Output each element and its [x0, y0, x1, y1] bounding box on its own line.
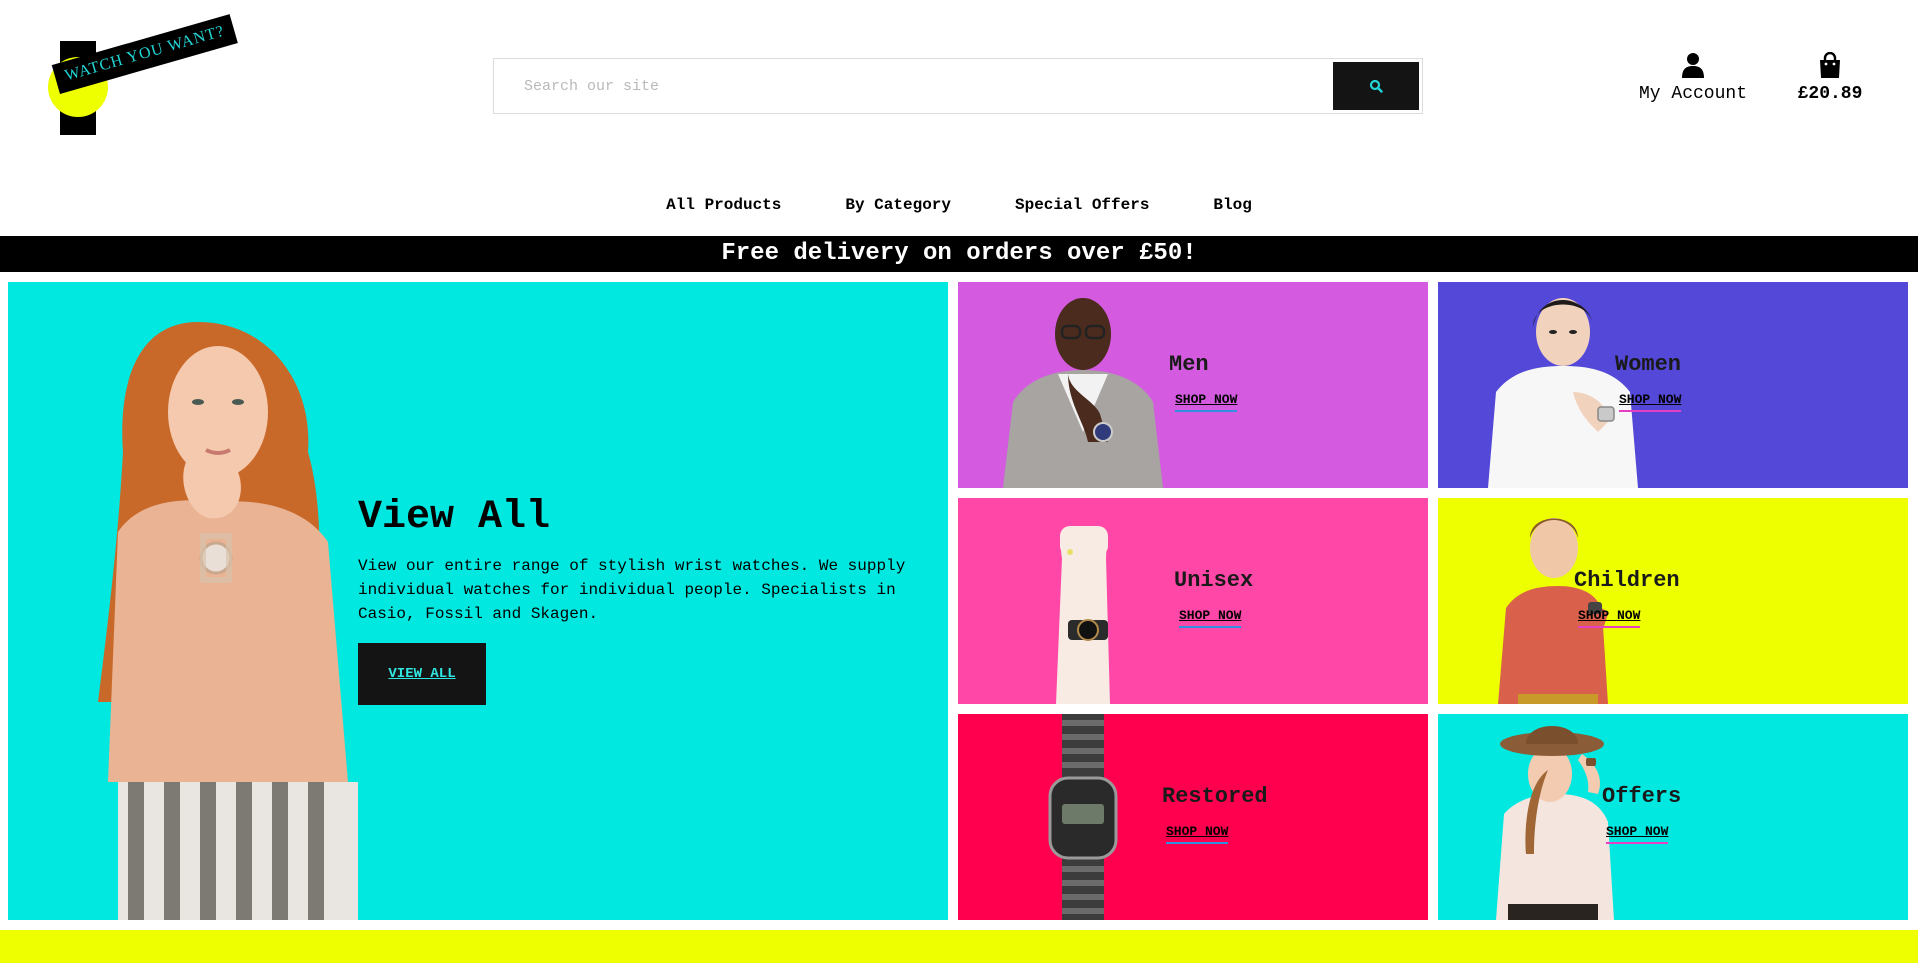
my-account-link[interactable]: My Account [1630, 52, 1756, 108]
hero-title: View All [358, 495, 551, 540]
tile-title-unisex: Unisex [1174, 568, 1254, 593]
cart-total: £20.89 [1797, 84, 1863, 104]
search-icon [1369, 79, 1383, 93]
footer-strip [0, 930, 1918, 963]
nav-special-offers[interactable]: Special Offers [1015, 196, 1149, 220]
hero-model-image [98, 322, 358, 920]
search-button[interactable] [1333, 62, 1419, 110]
shop-now-restored-link[interactable]: SHOP NOW [1166, 824, 1229, 844]
nav-blog[interactable]: Blog [1213, 196, 1251, 220]
main-nav: All Products By Category Special Offers … [0, 196, 1918, 220]
category-tile-offers[interactable]: Offers SHOP NOW [1438, 714, 1908, 920]
site-logo[interactable]: WATCH YOU WANT? [46, 14, 239, 140]
nav-by-category[interactable]: By Category [845, 196, 951, 220]
search-bar [493, 58, 1423, 114]
tile-title-women: Women [1615, 352, 1682, 377]
tile-title-offers: Offers [1602, 784, 1682, 809]
tile-title-restored: Restored [1162, 784, 1268, 809]
delivery-banner: Free delivery on orders over £50! [0, 236, 1918, 272]
restored-watch-image [1048, 714, 1118, 920]
hero-view-all: View All View our entire range of stylis… [8, 282, 948, 920]
category-tile-restored[interactable]: Restored SHOP NOW [958, 714, 1428, 920]
nav-all-products[interactable]: All Products [666, 196, 781, 220]
shop-now-women-link[interactable]: SHOP NOW [1619, 392, 1682, 412]
view-all-button[interactable]: VIEW ALL [358, 643, 486, 705]
shop-now-offers-link[interactable]: SHOP NOW [1606, 824, 1669, 844]
category-tile-unisex[interactable]: Unisex SHOP NOW [958, 498, 1428, 704]
unisex-wrist-image [1056, 526, 1110, 704]
my-account-label: My Account [1638, 84, 1748, 104]
offers-model-image [1496, 726, 1614, 920]
tile-title-children: Children [1574, 568, 1680, 593]
children-model-image [1498, 518, 1608, 704]
category-tile-men[interactable]: Men SHOP NOW [958, 282, 1428, 488]
cart-link[interactable]: £20.89 [1790, 52, 1870, 108]
women-model-image [1488, 298, 1638, 488]
category-tile-children[interactable]: Children SHOP NOW [1438, 498, 1908, 704]
tile-title-men: Men [1169, 352, 1209, 377]
user-icon [1682, 53, 1704, 78]
shop-now-children-link[interactable]: SHOP NOW [1578, 608, 1641, 628]
shopping-bag-icon [1820, 52, 1840, 78]
shop-now-unisex-link[interactable]: SHOP NOW [1179, 608, 1242, 628]
search-input[interactable] [494, 59, 1334, 113]
hero-description: View our entire range of stylish wrist w… [358, 557, 906, 623]
shop-now-men-link[interactable]: SHOP NOW [1175, 392, 1238, 412]
category-tile-women[interactable]: Women SHOP NOW [1438, 282, 1908, 488]
men-model-image [1003, 298, 1163, 488]
